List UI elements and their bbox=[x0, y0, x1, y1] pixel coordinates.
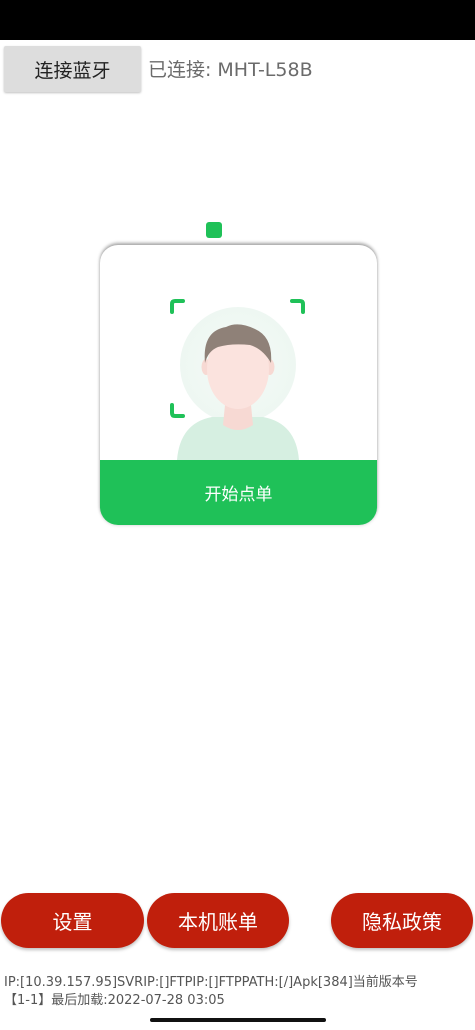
home-indicator[interactable] bbox=[150, 1018, 326, 1022]
connected-device-name: MHT-L58B bbox=[217, 59, 313, 81]
bluetooth-status: 已连接: MHT-L58B bbox=[148, 56, 313, 84]
privacy-policy-button[interactable]: 隐私政策 bbox=[331, 893, 473, 948]
person-avatar-icon bbox=[177, 324, 299, 460]
face-preview bbox=[100, 245, 377, 460]
server-info-text: IP:[10.39.157.95]SVRIP:[]FTPIP:[]FTPPATH… bbox=[4, 975, 418, 990]
face-scan-card[interactable]: 开始点单 bbox=[100, 245, 377, 525]
connection-status-label: 已连接: bbox=[148, 59, 212, 81]
camera-indicator-icon bbox=[206, 222, 222, 238]
version-info-text: 【1-1】最后加载:2022-07-28 03:05 bbox=[4, 993, 225, 1008]
connect-bluetooth-button[interactable]: 连接蓝牙 bbox=[4, 46, 141, 92]
local-bills-button[interactable]: 本机账单 bbox=[147, 893, 289, 948]
status-bar bbox=[0, 0, 475, 40]
start-order-button[interactable]: 开始点单 bbox=[100, 460, 377, 525]
settings-button[interactable]: 设置 bbox=[1, 893, 144, 948]
